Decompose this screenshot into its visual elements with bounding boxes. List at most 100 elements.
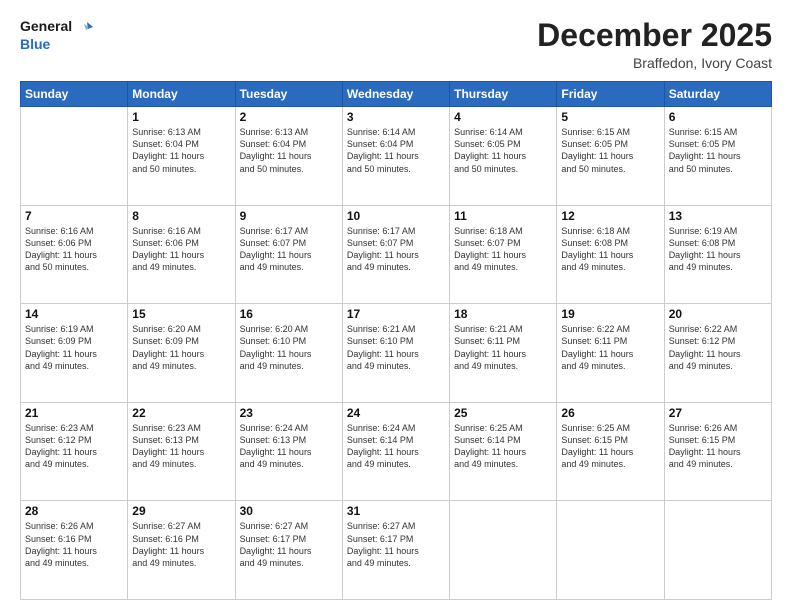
cell-info-text: Sunrise: 6:14 AM Sunset: 6:05 PM Dayligh…	[454, 126, 552, 175]
cell-day-number: 30	[240, 504, 338, 518]
cell-day-number: 16	[240, 307, 338, 321]
calendar-cell: 24Sunrise: 6:24 AM Sunset: 6:14 PM Dayli…	[342, 402, 449, 501]
calendar-cell: 23 Sunrise: 6:24 AM Sunset: 6:13 PM Dayli…	[235, 402, 342, 501]
cell-info-text: Sunrise: 6:13 AM Sunset: 6:04 PM Dayligh…	[240, 126, 338, 175]
calendar-cell	[450, 501, 557, 600]
cell-day-number: 1	[132, 110, 230, 124]
calendar-week-row: 1 Sunrise: 6:13 AM Sunset: 6:04 PM Daylig…	[21, 107, 772, 206]
calendar-cell	[664, 501, 771, 600]
logo: General Blue	[20, 18, 93, 55]
calendar-cell: 21 Sunrise: 6:23 AM Sunset: 6:12 PM Dayli…	[21, 402, 128, 501]
month-title: December 2025	[537, 18, 772, 53]
calendar-cell: 30 Sunrise: 6:27 AM Sunset: 6:17 PM Dayli…	[235, 501, 342, 600]
calendar-header-row: Sunday Monday Tuesday Wednesday Thursday…	[21, 82, 772, 107]
calendar-week-row: 21 Sunrise: 6:23 AM Sunset: 6:12 PM Dayli…	[21, 402, 772, 501]
cell-info-text: Sunrise: 6:18 AM Sunset: 6:08 PM Dayligh…	[561, 225, 659, 274]
cell-day-number: 26	[561, 406, 659, 420]
cell-day-number: 21	[25, 406, 123, 420]
col-monday: Monday	[128, 82, 235, 107]
cell-info-text: Sunrise: 6:16 AM Sunset: 6:06 PM Dayligh…	[132, 225, 230, 274]
cell-day-number: 23	[240, 406, 338, 420]
calendar-cell: 14 Sunrise: 6:19 AM Sunset: 6:09 PM Dayli…	[21, 304, 128, 403]
cell-day-number: 27	[669, 406, 767, 420]
calendar-cell: 5Sunrise: 6:15 AM Sunset: 6:05 PM Daylig…	[557, 107, 664, 206]
col-friday: Friday	[557, 82, 664, 107]
cell-day-number: 2	[240, 110, 338, 124]
calendar-cell: 28Sunrise: 6:26 AM Sunset: 6:16 PM Dayli…	[21, 501, 128, 600]
cell-day-number: 4	[454, 110, 552, 124]
calendar-cell: 18 Sunrise: 6:21 AM Sunset: 6:11 PM Dayli…	[450, 304, 557, 403]
cell-info-text: Sunrise: 6:13 AM Sunset: 6:04 PM Dayligh…	[132, 126, 230, 175]
calendar-cell: 25Sunrise: 6:25 AM Sunset: 6:14 PM Dayli…	[450, 402, 557, 501]
logo-text: General Blue	[20, 18, 93, 55]
page: General Blue December 2025 Braffedon, Iv…	[0, 0, 792, 612]
cell-day-number: 13	[669, 209, 767, 223]
title-block: December 2025 Braffedon, Ivory Coast	[537, 18, 772, 71]
cell-day-number: 8	[132, 209, 230, 223]
cell-day-number: 12	[561, 209, 659, 223]
calendar-cell: 26 Sunrise: 6:25 AM Sunset: 6:15 PM Dayli…	[557, 402, 664, 501]
cell-day-number: 10	[347, 209, 445, 223]
cell-info-text: Sunrise: 6:25 AM Sunset: 6:15 PM Dayligh…	[561, 422, 659, 471]
calendar-cell: 15 Sunrise: 6:20 AM Sunset: 6:09 PM Dayli…	[128, 304, 235, 403]
cell-day-number: 18	[454, 307, 552, 321]
cell-day-number: 11	[454, 209, 552, 223]
cell-info-text: Sunrise: 6:16 AM Sunset: 6:06 PM Dayligh…	[25, 225, 123, 274]
calendar-cell: 2 Sunrise: 6:13 AM Sunset: 6:04 PM Daylig…	[235, 107, 342, 206]
cell-info-text: Sunrise: 6:21 AM Sunset: 6:10 PM Dayligh…	[347, 323, 445, 372]
cell-day-number: 17	[347, 307, 445, 321]
calendar-table: Sunday Monday Tuesday Wednesday Thursday…	[20, 81, 772, 600]
cell-info-text: Sunrise: 6:23 AM Sunset: 6:13 PM Dayligh…	[132, 422, 230, 471]
cell-info-text: Sunrise: 6:19 AM Sunset: 6:08 PM Dayligh…	[669, 225, 767, 274]
cell-day-number: 25	[454, 406, 552, 420]
cell-info-text: Sunrise: 6:23 AM Sunset: 6:12 PM Dayligh…	[25, 422, 123, 471]
cell-info-text: Sunrise: 6:20 AM Sunset: 6:09 PM Dayligh…	[132, 323, 230, 372]
cell-info-text: Sunrise: 6:22 AM Sunset: 6:11 PM Dayligh…	[561, 323, 659, 372]
calendar-cell: 7 Sunrise: 6:16 AM Sunset: 6:06 PM Daylig…	[21, 205, 128, 304]
calendar-cell: 9 Sunrise: 6:17 AM Sunset: 6:07 PM Daylig…	[235, 205, 342, 304]
logo-bird-icon	[79, 20, 93, 34]
cell-day-number: 29	[132, 504, 230, 518]
calendar-cell: 4 Sunrise: 6:14 AM Sunset: 6:05 PM Daylig…	[450, 107, 557, 206]
cell-info-text: Sunrise: 6:20 AM Sunset: 6:10 PM Dayligh…	[240, 323, 338, 372]
calendar-cell: 13 Sunrise: 6:19 AM Sunset: 6:08 PM Dayli…	[664, 205, 771, 304]
cell-day-number: 22	[132, 406, 230, 420]
col-wednesday: Wednesday	[342, 82, 449, 107]
cell-info-text: Sunrise: 6:17 AM Sunset: 6:07 PM Dayligh…	[347, 225, 445, 274]
cell-info-text: Sunrise: 6:19 AM Sunset: 6:09 PM Dayligh…	[25, 323, 123, 372]
cell-info-text: Sunrise: 6:17 AM Sunset: 6:07 PM Dayligh…	[240, 225, 338, 274]
cell-info-text: Sunrise: 6:22 AM Sunset: 6:12 PM Dayligh…	[669, 323, 767, 372]
cell-day-number: 31	[347, 504, 445, 518]
cell-info-text: Sunrise: 6:27 AM Sunset: 6:17 PM Dayligh…	[347, 520, 445, 569]
cell-info-text: Sunrise: 6:24 AM Sunset: 6:14 PM Dayligh…	[347, 422, 445, 471]
cell-day-number: 3	[347, 110, 445, 124]
cell-info-text: Sunrise: 6:15 AM Sunset: 6:05 PM Dayligh…	[669, 126, 767, 175]
cell-day-number: 15	[132, 307, 230, 321]
calendar-cell: 17 Sunrise: 6:21 AM Sunset: 6:10 PM Dayli…	[342, 304, 449, 403]
cell-day-number: 5	[561, 110, 659, 124]
cell-info-text: Sunrise: 6:27 AM Sunset: 6:17 PM Dayligh…	[240, 520, 338, 569]
cell-info-text: Sunrise: 6:26 AM Sunset: 6:16 PM Dayligh…	[25, 520, 123, 569]
calendar-week-row: 7 Sunrise: 6:16 AM Sunset: 6:06 PM Daylig…	[21, 205, 772, 304]
cell-day-number: 7	[25, 209, 123, 223]
calendar-cell: 19 Sunrise: 6:22 AM Sunset: 6:11 PM Dayli…	[557, 304, 664, 403]
calendar-cell: 11 Sunrise: 6:18 AM Sunset: 6:07 PM Dayli…	[450, 205, 557, 304]
calendar-cell: 31 Sunrise: 6:27 AM Sunset: 6:17 PM Dayli…	[342, 501, 449, 600]
cell-day-number: 19	[561, 307, 659, 321]
cell-day-number: 9	[240, 209, 338, 223]
cell-info-text: Sunrise: 6:27 AM Sunset: 6:16 PM Dayligh…	[132, 520, 230, 569]
col-thursday: Thursday	[450, 82, 557, 107]
cell-day-number: 14	[25, 307, 123, 321]
calendar-cell: 10 Sunrise: 6:17 AM Sunset: 6:07 PM Dayli…	[342, 205, 449, 304]
calendar-week-row: 14 Sunrise: 6:19 AM Sunset: 6:09 PM Dayli…	[21, 304, 772, 403]
calendar-cell: 12 Sunrise: 6:18 AM Sunset: 6:08 PM Dayli…	[557, 205, 664, 304]
location: Braffedon, Ivory Coast	[537, 55, 772, 71]
cell-info-text: Sunrise: 6:24 AM Sunset: 6:13 PM Dayligh…	[240, 422, 338, 471]
calendar-cell: 3 Sunrise: 6:14 AM Sunset: 6:04 PM Daylig…	[342, 107, 449, 206]
calendar-cell: 20Sunrise: 6:22 AM Sunset: 6:12 PM Dayli…	[664, 304, 771, 403]
cell-info-text: Sunrise: 6:14 AM Sunset: 6:04 PM Dayligh…	[347, 126, 445, 175]
col-sunday: Sunday	[21, 82, 128, 107]
cell-info-text: Sunrise: 6:26 AM Sunset: 6:15 PM Dayligh…	[669, 422, 767, 471]
cell-info-text: Sunrise: 6:18 AM Sunset: 6:07 PM Dayligh…	[454, 225, 552, 274]
cell-info-text: Sunrise: 6:21 AM Sunset: 6:11 PM Dayligh…	[454, 323, 552, 372]
